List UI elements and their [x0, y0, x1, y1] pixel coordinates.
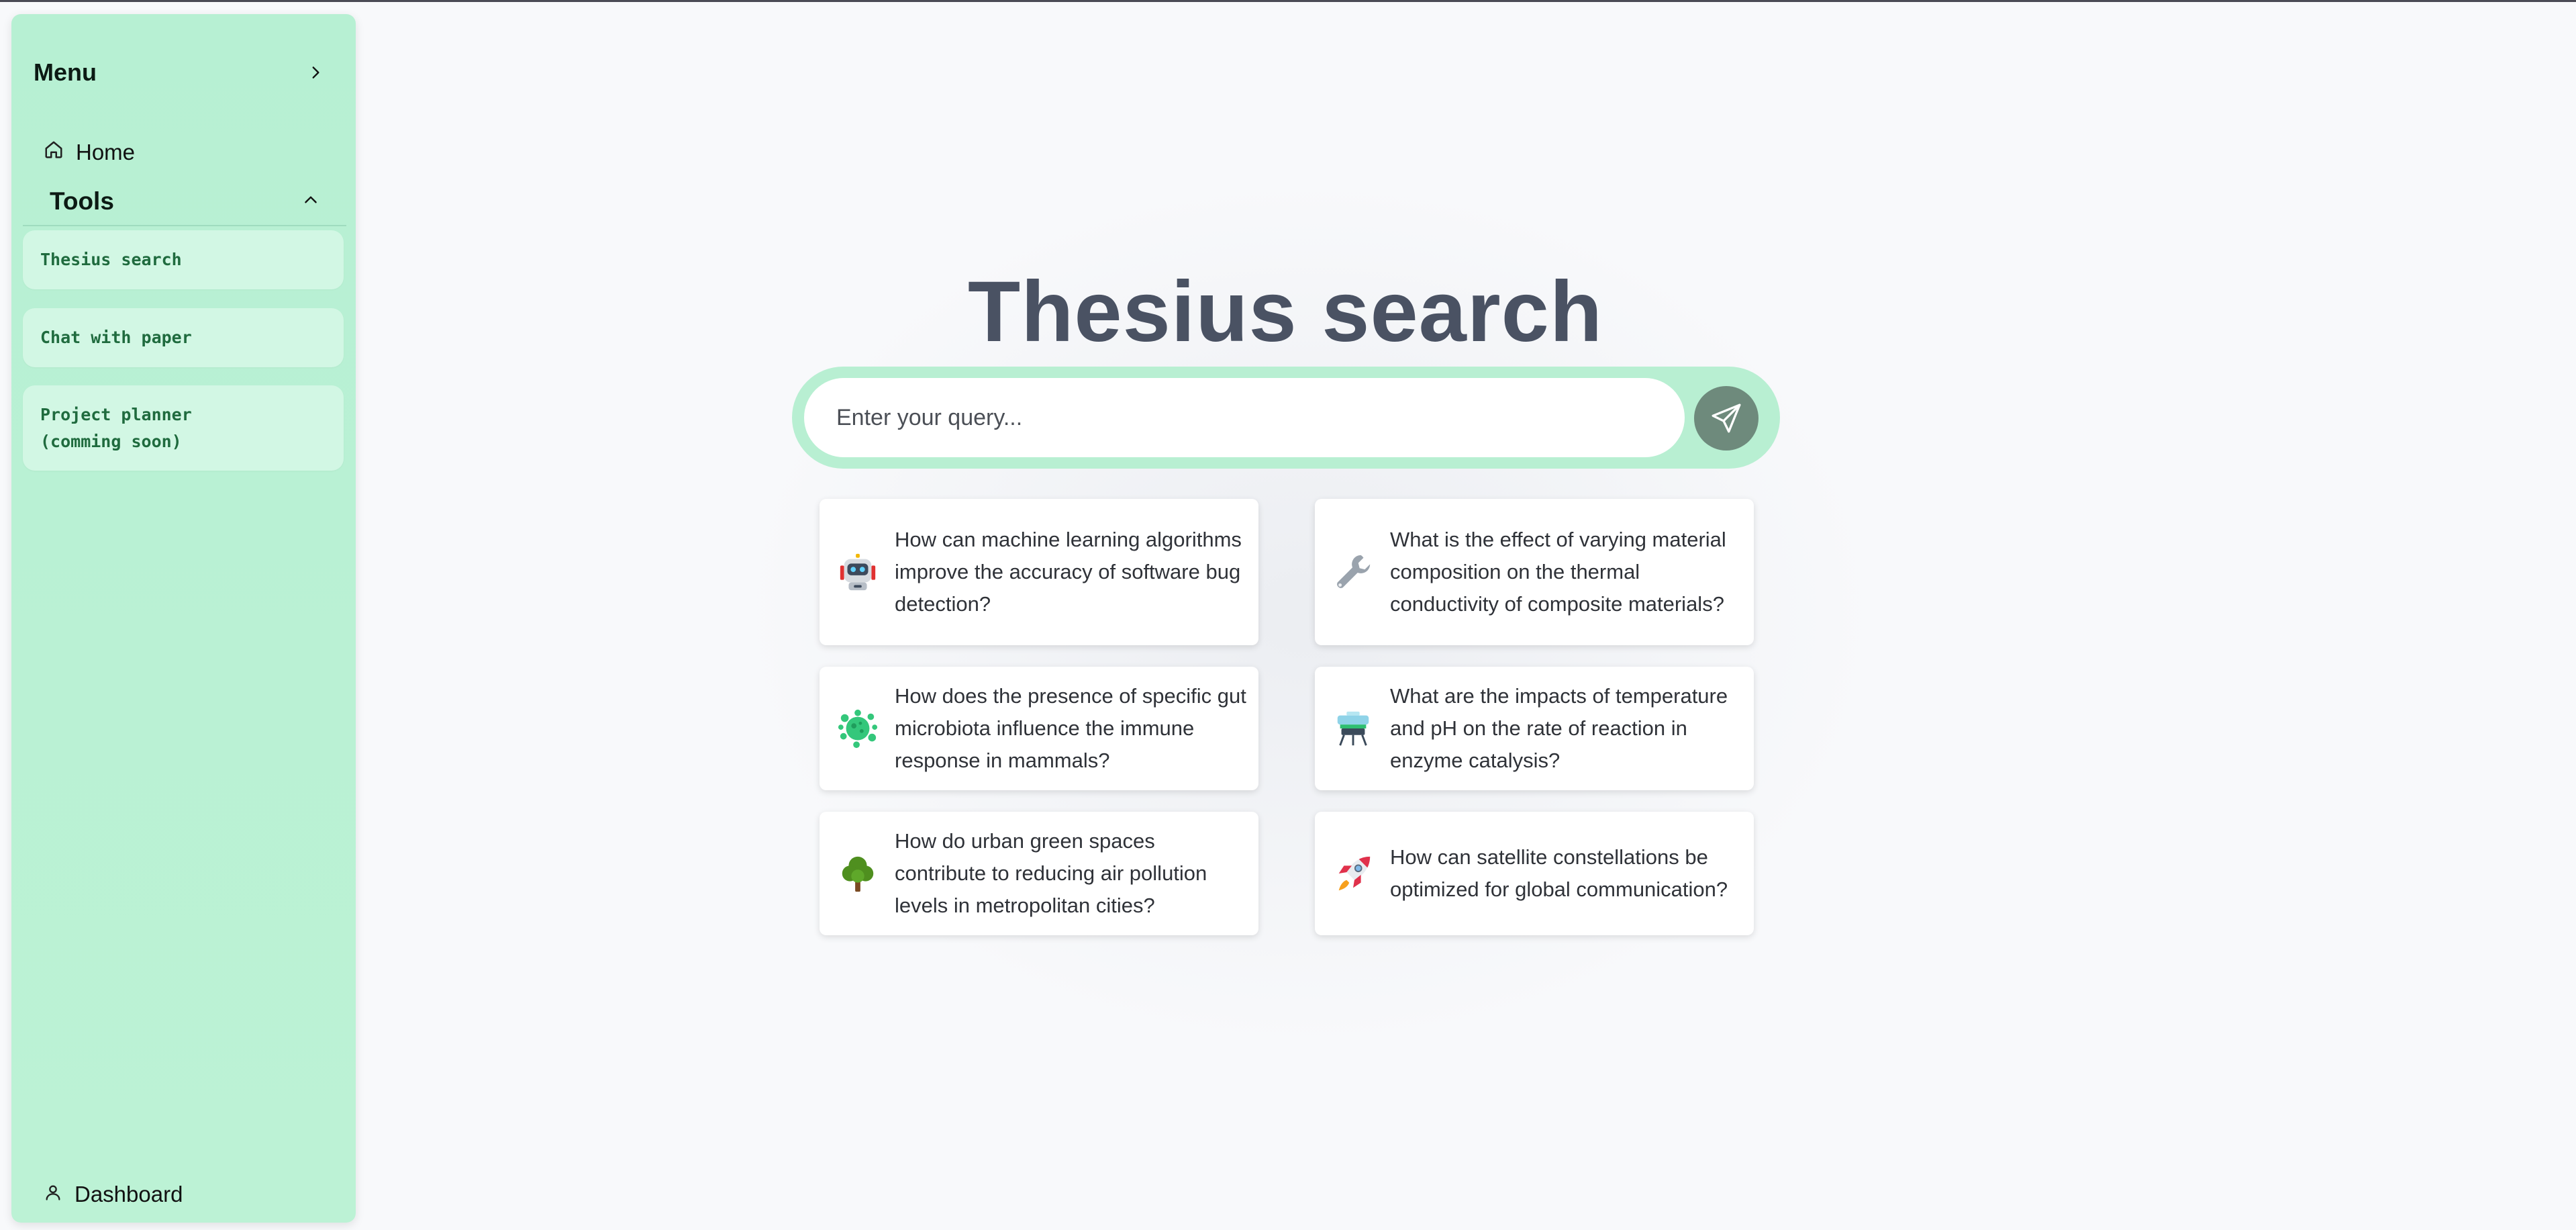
- suggestion-text: How do urban green spaces contribute to …: [895, 829, 1207, 917]
- suggestion-card[interactable]: How can satellite constellations be opti…: [1315, 812, 1754, 935]
- tool-label: Thesius search: [40, 250, 182, 269]
- sidebar-item-project-planner[interactable]: Project planner (comming soon): [23, 385, 344, 471]
- send-icon: [1712, 404, 1741, 433]
- microbe-icon: [836, 706, 880, 751]
- rocket-icon: [1331, 851, 1375, 896]
- beaker-icon: [1331, 706, 1375, 751]
- robot-icon: [836, 550, 880, 594]
- tool-label: Project planner (comming soon): [40, 404, 192, 451]
- search-bar: [792, 367, 1780, 469]
- tree-icon: [836, 851, 880, 896]
- search-input[interactable]: [804, 378, 1685, 457]
- send-button[interactable]: [1694, 386, 1758, 451]
- suggestion-text: What is the effect of varying material c…: [1390, 528, 1726, 616]
- sidebar-item-thesius-search[interactable]: Thesius search: [23, 230, 344, 289]
- sidebar-item-chat-with-paper[interactable]: Chat with paper: [23, 308, 344, 367]
- suggestion-card[interactable]: How do urban green spaces contribute to …: [820, 812, 1258, 935]
- chevron-up-icon: [302, 191, 319, 212]
- sidebar-item-home[interactable]: Home: [44, 134, 135, 171]
- sidebar: Menu Home Tools Thesius search Chat with…: [11, 14, 356, 1223]
- sidebar-item-label: Home: [76, 140, 136, 164]
- suggestion-text: How does the presence of specific gut mi…: [895, 684, 1246, 772]
- suggestion-card[interactable]: What is the effect of varying material c…: [1315, 499, 1754, 645]
- menu-title: Menu: [34, 58, 97, 86]
- suggestion-text: How can satellite constellations be opti…: [1390, 845, 1728, 901]
- suggestion-card[interactable]: How can machine learning algorithms impr…: [820, 499, 1258, 645]
- tool-label: Chat with paper: [40, 328, 192, 347]
- user-icon: [44, 1182, 62, 1207]
- suggestion-card[interactable]: What are the impacts of temperature and …: [1315, 667, 1754, 790]
- wrench-icon: [1331, 550, 1375, 594]
- chevron-right-icon[interactable]: [302, 59, 329, 86]
- page-title: Thesius search: [968, 264, 1603, 360]
- menu-header: Menu: [34, 49, 329, 96]
- tools-title: Tools: [50, 187, 114, 215]
- sidebar-item-dashboard[interactable]: Dashboard: [44, 1176, 183, 1213]
- tools-section-toggle[interactable]: Tools: [23, 178, 346, 226]
- home-icon: [44, 140, 64, 165]
- sidebar-item-label: Dashboard: [75, 1182, 183, 1207]
- suggestion-text: How can machine learning algorithms impr…: [895, 528, 1242, 616]
- suggestion-card[interactable]: How does the presence of specific gut mi…: [820, 667, 1258, 790]
- suggestion-text: What are the impacts of temperature and …: [1390, 684, 1728, 772]
